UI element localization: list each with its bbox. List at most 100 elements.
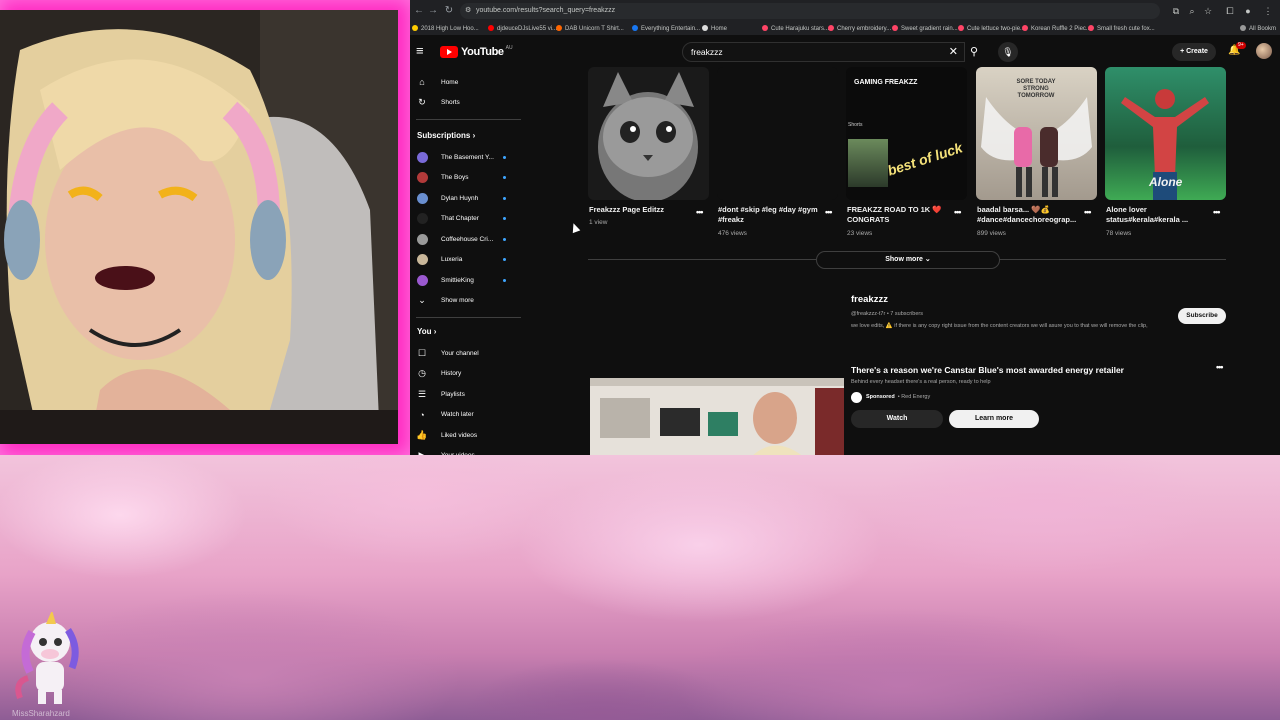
divider <box>416 119 521 120</box>
search-input[interactable] <box>691 45 931 59</box>
forward-icon[interactable]: → <box>426 4 440 18</box>
video-title-2[interactable]: #dont #skip #leg #day #gym #freakz <box>718 205 828 225</box>
ad-title[interactable]: There's a reason we're Canstar Blue's mo… <box>851 365 1124 375</box>
bookmark-label: Home <box>711 26 728 32</box>
reload-icon[interactable]: ↻ <box>442 4 456 18</box>
video-title-3[interactable]: FREAKZZ ROAD TO 1K ❤️ CONGRATS <box>847 205 957 225</box>
channel-name[interactable]: freakzzz <box>851 294 888 305</box>
sidebar-item-label: History <box>441 370 462 377</box>
video-title-4[interactable]: baadal barsa... 🤎💰 #dance#dancechoreogra… <box>977 205 1087 225</box>
account-avatar[interactable] <box>1256 43 1272 59</box>
sidebar-item-watch-later[interactable]: ◔ Watch later <box>416 407 520 423</box>
search-button[interactable]: ⚲ <box>964 42 984 62</box>
bookmark-item[interactable]: Home <box>702 24 727 34</box>
sidebar-item-label: The Boys <box>441 174 469 181</box>
sidebar-item-history[interactable]: ◷ History <box>416 366 520 382</box>
bookmark-favicon-icon <box>412 25 418 31</box>
bookmark-item[interactable]: Sweet gradient rain... <box>892 24 958 34</box>
new-content-dot <box>503 155 506 159</box>
bookmark-item[interactable]: Korean Ruffle 2 Piec... <box>1022 24 1091 34</box>
ad-menu-icon[interactable]: ••• <box>1216 362 1224 372</box>
sidebar-subscription[interactable]: Coffeehouse Cri... <box>416 231 520 247</box>
playlists-icon: ☰ <box>417 388 427 399</box>
video-title-1[interactable]: Freakzzz Page Editzz <box>589 205 699 215</box>
bookmark-item[interactable]: Cute lettuce two-pie... <box>958 24 1025 34</box>
shorts-icon: ↻ <box>418 97 426 107</box>
bookmark-favicon-icon <box>632 25 638 31</box>
install-icon[interactable]: ⧉ <box>1170 4 1182 18</box>
sidebar-item-playlists[interactable]: ☰ Playlists <box>416 386 520 402</box>
subscribe-button[interactable]: Subscribe <box>1178 308 1226 324</box>
learn-more-button[interactable]: Learn more <box>949 410 1039 428</box>
video-thumbnail-4[interactable]: SORE TODAY STRONG TOMORROW <box>976 67 1097 200</box>
watch-later-icon: ◔ <box>419 409 425 420</box>
sidebar-item-your-channel[interactable]: ☐ Your channel <box>416 345 520 361</box>
bookmark-item[interactable]: 2018 High Low Hoo... <box>412 24 479 34</box>
bookmark-item[interactable]: Everything Entertain... <box>632 24 700 34</box>
youtube-logo[interactable]: YouTube AU <box>440 45 513 59</box>
unicorn-mascot-icon <box>15 612 79 704</box>
video-title-5[interactable]: Alone lover status#kerala#kerala ... <box>1106 205 1216 225</box>
address-bar[interactable]: ⚙ youtube.com/results?search_query=freak… <box>460 3 1160 19</box>
video-menu-icon-3[interactable]: ••• <box>954 207 962 217</box>
video-menu-icon-4[interactable]: ••• <box>1084 207 1092 217</box>
shorts-badge: Shorts <box>848 122 863 128</box>
bookmark-item[interactable]: djdeuceDJsLive55 vi... <box>488 24 557 34</box>
video-thumbnail-1[interactable] <box>588 67 709 200</box>
back-icon[interactable]: ← <box>412 4 426 18</box>
channel-avatar <box>417 233 428 245</box>
logo-word: YouTube <box>461 46 504 58</box>
sidebar-subscription[interactable]: The Boys <box>416 170 520 186</box>
video-menu-icon-1[interactable]: ••• <box>696 207 704 217</box>
profile-icon[interactable]: ● <box>1242 4 1254 18</box>
video-menu-icon-5[interactable]: ••• <box>1213 207 1221 217</box>
video-thumbnail-5[interactable]: Alone <box>1105 67 1226 200</box>
voice-search-button[interactable]: 🎙 <box>998 42 1018 62</box>
watch-button[interactable]: Watch <box>851 410 943 428</box>
clear-search-icon[interactable]: ✕ <box>949 45 958 59</box>
video-thumbnail-2[interactable] <box>717 67 838 200</box>
bookmark-item[interactable]: Small fresh cute fox... <box>1088 24 1155 34</box>
sidebar-item-your-videos[interactable]: ▶Your videos <box>416 448 520 455</box>
site-info-icon[interactable]: ⚙ <box>465 3 471 19</box>
sidebar-subscription[interactable]: The Basement Y... <box>416 149 520 165</box>
logo-region: AU <box>505 45 513 51</box>
sidebar-subscription[interactable]: Dylan Huynh <box>416 190 520 206</box>
thumbnail-text-5: Alone <box>1149 175 1183 189</box>
video-menu-icon-2[interactable]: ••• <box>825 207 833 217</box>
bookmark-favicon-icon <box>958 25 964 31</box>
bookmarks-bar: 2018 High Low Hoo... djdeuceDJsLive55 vi.… <box>410 22 1280 35</box>
bookmark-item[interactable]: Cute Harajuku stars... <box>762 24 829 34</box>
stream-scene: ← → ↻ ⚙ youtube.com/results?search_query… <box>0 0 1280 720</box>
bookmark-favicon-icon <box>488 25 494 31</box>
browser-menu-icon[interactable]: ⋮ <box>1262 4 1274 18</box>
sidebar-item-label: Watch later <box>441 411 474 418</box>
zoom-icon[interactable]: ⌕ <box>1186 4 1198 18</box>
sidebar-item-shorts[interactable]: ↻ Shorts <box>416 95 520 111</box>
bookmark-item[interactable]: Cherry embroidery... <box>828 24 891 34</box>
sidebar-item-label: Playlists <box>441 390 465 398</box>
sidebar-subscription[interactable]: That Chapter <box>416 211 520 227</box>
bookmark-label: Korean Ruffle 2 Piec... <box>1031 26 1091 32</box>
bookmark-label: All Bookm <box>1249 26 1277 32</box>
hamburger-menu-icon[interactable]: ≡ <box>416 44 430 58</box>
ad-thumbnail[interactable] <box>590 378 844 455</box>
sidebar-subscription[interactable]: SmittieKing <box>416 272 520 288</box>
chevron-down-icon: ⌄ <box>418 294 426 305</box>
you-heading[interactable]: You › <box>417 327 436 336</box>
show-more-results-button[interactable]: Show more ⌄ <box>816 251 1000 269</box>
bookmark-item[interactable]: DAB Unicorn T Shirt... <box>556 24 624 34</box>
bookmark-star-icon[interactable]: ☆ <box>1202 4 1214 18</box>
create-button[interactable]: + Create <box>1172 43 1216 61</box>
sidebar-subscription[interactable]: Luxeria <box>416 252 520 268</box>
extensions-icon[interactable]: ⧠ <box>1224 4 1236 18</box>
video-thumbnail-3[interactable]: GAMING FREAKZZ Shorts best of luck <box>846 67 967 200</box>
ad-sponsor-line: Sponsored • Red Energy <box>851 391 930 403</box>
sidebar-item-liked-videos[interactable]: 👍 Liked videos <box>416 427 520 443</box>
subscriptions-heading[interactable]: Subscriptions › <box>417 131 475 140</box>
sidebar-item-home[interactable]: ⌂ Home <box>416 74 520 90</box>
chevron-right-icon: › <box>431 327 437 336</box>
sidebar-show-more[interactable]: ⌄ Show more <box>416 292 520 308</box>
bookmark-label: Small fresh cute fox... <box>1097 26 1155 32</box>
bookmark-item[interactable]: All Bookm <box>1240 24 1276 34</box>
